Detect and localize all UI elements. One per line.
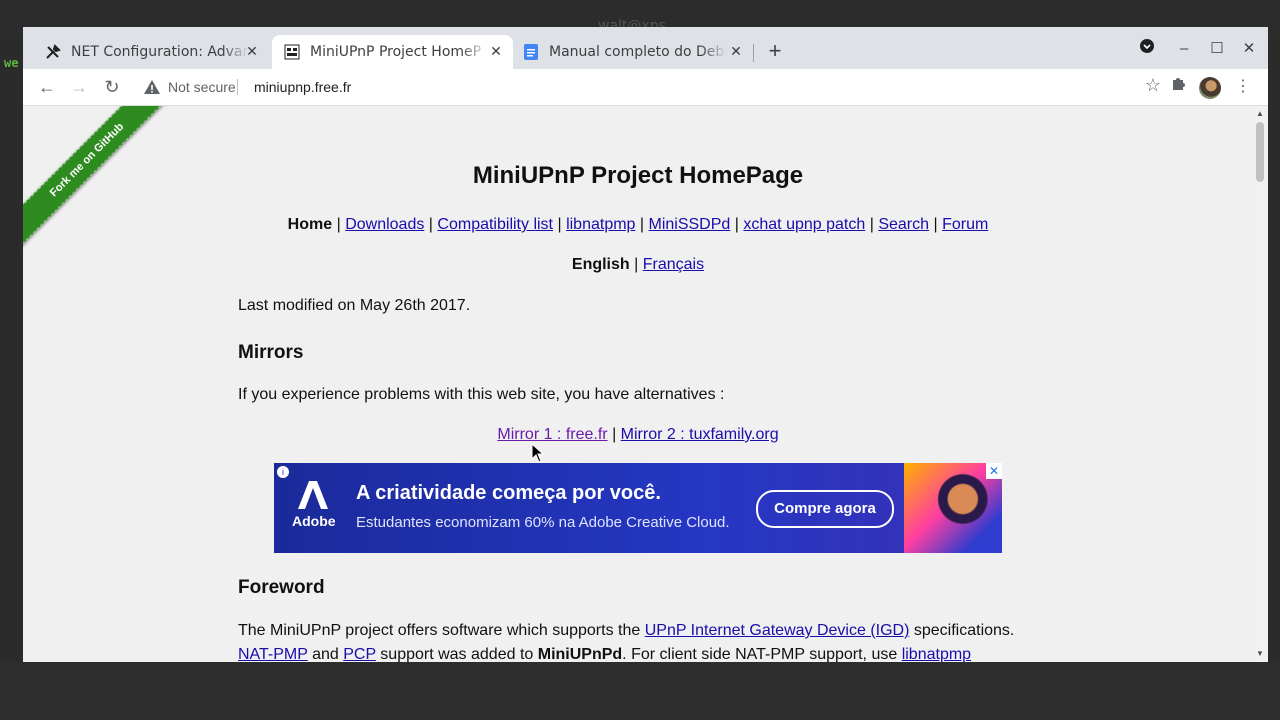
link-nat-pmp[interactable]: NAT-PMP xyxy=(238,646,308,662)
mouse-cursor-icon xyxy=(531,443,545,463)
adobe-logo-text: Adobe xyxy=(292,513,336,529)
nav-link-libnatpmp[interactable]: libnatpmp xyxy=(566,216,635,233)
scroll-down-arrow-icon[interactable]: ▼ xyxy=(1256,650,1264,658)
foreword-heading: Foreword xyxy=(238,577,325,598)
language-link-francais[interactable]: Français xyxy=(643,256,704,273)
tab-miniupnp[interactable]: MiniUPnP Project HomeP ✕ xyxy=(272,35,513,69)
maximize-icon[interactable]: ☐ xyxy=(1205,37,1229,61)
tab-separator xyxy=(753,44,754,62)
scroll-up-arrow-icon[interactable]: ▲ xyxy=(1256,110,1264,118)
nav-link-compatibility[interactable]: Compatibility list xyxy=(437,216,553,233)
tab-net-configuration[interactable]: NET Configuration: Advar ✕ xyxy=(23,35,269,69)
link-libnatpmp[interactable]: libnatpmp xyxy=(902,646,971,662)
forward-arrow-icon[interactable]: → xyxy=(67,75,91,99)
new-tab-button[interactable]: + xyxy=(763,39,787,63)
terminal-text-strip: we xyxy=(4,56,19,70)
last-modified: Last modified on May 26th 2017. xyxy=(238,297,471,314)
tools-icon xyxy=(45,44,61,60)
close-icon[interactable]: ✕ xyxy=(727,43,745,61)
bookmark-star-icon[interactable]: ☆ xyxy=(1145,75,1161,96)
miniupnp-favicon xyxy=(284,44,300,60)
close-window-icon[interactable]: ✕ xyxy=(1237,37,1261,61)
tab-search-icon[interactable] xyxy=(1135,37,1159,61)
close-icon[interactable]: ✕ xyxy=(243,43,261,61)
extensions-puzzle-icon[interactable] xyxy=(1166,75,1190,99)
back-arrow-icon[interactable]: ← xyxy=(35,75,59,99)
tab-strip: NET Configuration: Advar ✕ MiniUPnP Proj… xyxy=(23,27,1268,69)
omnibox-separator xyxy=(237,79,238,95)
desktop-background xyxy=(0,662,1280,720)
browser-window: NET Configuration: Advar ✕ MiniUPnP Proj… xyxy=(23,27,1268,662)
nav-link-forum[interactable]: Forum xyxy=(942,216,988,233)
warning-icon xyxy=(144,80,160,94)
tab-title: NET Configuration: Advar xyxy=(71,44,249,60)
nav-link-search[interactable]: Search xyxy=(878,216,929,233)
github-ribbon[interactable]: Fork me on GitHub xyxy=(23,106,173,256)
mirror-links: Mirror 1 : free.fr | Mirror 2 : tuxfamil… xyxy=(497,426,779,443)
reload-icon[interactable]: ↻ xyxy=(100,75,124,99)
page-scrollbar[interactable]: ▲ ▼ xyxy=(1252,106,1268,662)
fork-me-ribbon-text[interactable]: Fork me on GitHub xyxy=(23,106,173,248)
language-current: English xyxy=(571,256,630,273)
tab-manual-debian[interactable]: Manual completo do Debi ✕ xyxy=(513,35,753,69)
ad-info-icon[interactable]: i xyxy=(277,466,289,478)
ad-close-icon[interactable]: ✕ xyxy=(986,463,1002,479)
mirror-link-free[interactable]: Mirror 1 : free.fr xyxy=(497,426,607,443)
page-viewport: Fork me on GitHub MiniUPnP Project HomeP… xyxy=(23,106,1252,662)
ad-subline: Estudantes economizam 60% na Adobe Creat… xyxy=(356,514,730,531)
foreword-line-2: NAT-PMP and PCP support was added to Min… xyxy=(238,646,972,662)
ad-headline: A criatividade começa por você. xyxy=(356,482,661,504)
page-title: MiniUPnP Project HomePage xyxy=(472,162,804,189)
mirrors-text: If you experience problems with this web… xyxy=(238,386,725,403)
not-secure-label[interactable]: Not secure xyxy=(168,79,236,95)
tab-title: Manual completo do Debi xyxy=(549,44,727,60)
link-pcp[interactable]: PCP xyxy=(343,646,376,662)
url-text[interactable]: miniupnp.free.fr xyxy=(254,79,351,95)
link-upnp-igd[interactable]: UPnP Internet Gateway Device (IGD) xyxy=(645,622,910,639)
scrollbar-thumb[interactable] xyxy=(1256,122,1264,182)
adobe-logo: Adobe xyxy=(292,481,336,537)
nav-link-xchat[interactable]: xchat upnp patch xyxy=(743,216,865,233)
adobe-ad-banner[interactable]: i Adobe A criatividade começa por você. … xyxy=(274,463,1002,553)
profile-avatar[interactable] xyxy=(1199,77,1221,99)
nav-link-downloads[interactable]: Downloads xyxy=(345,216,424,233)
browser-toolbar: ← → ↻ Not secure miniupnp.free.fr ☆ ⋮ xyxy=(23,69,1268,106)
google-docs-icon xyxy=(523,44,539,60)
address-bar[interactable]: Not secure miniupnp.free.fr ☆ xyxy=(135,73,1161,101)
foreword-line-1: The MiniUPnP project offers software whi… xyxy=(238,622,1015,639)
minimize-icon[interactable]: – xyxy=(1172,37,1196,61)
nav-link-minissdpd[interactable]: MiniSSDPd xyxy=(649,216,731,233)
main-nav: Home | Downloads | Compatibility list | … xyxy=(287,216,989,233)
ad-cta-button[interactable]: Compre agora xyxy=(756,490,894,528)
language-selector: English | Français xyxy=(571,256,705,273)
close-icon[interactable]: ✕ xyxy=(487,43,505,61)
mirror-link-tuxfamily[interactable]: Mirror 2 : tuxfamily.org xyxy=(621,426,779,443)
menu-kebab-icon[interactable]: ⋮ xyxy=(1231,75,1255,99)
tab-title: MiniUPnP Project HomeP xyxy=(310,44,482,60)
nav-current-home: Home xyxy=(287,216,333,233)
mirrors-heading: Mirrors xyxy=(238,342,304,363)
